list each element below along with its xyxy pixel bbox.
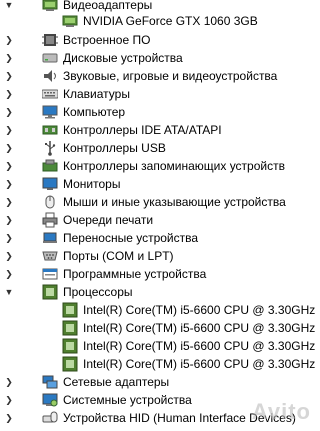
processor-icon (42, 284, 58, 300)
tree-node-computer[interactable]: ❯ Компьютер (0, 103, 319, 121)
keyboard-icon (41, 86, 59, 102)
processor-icon (62, 302, 78, 318)
tree-node-firmware[interactable]: ❯ Встроенное ПО (0, 31, 319, 49)
tree-node-label: Порты (COM и LPT) (63, 249, 174, 263)
tree-node-label: Intel(R) Core(TM) i5-6600 CPU @ 3.30GHz (83, 321, 316, 335)
tree-node-gpu[interactable]: NVIDIA GeForce GTX 1060 3GB (0, 12, 319, 30)
tree-node-keyboards[interactable]: ❯ Клавиатуры (0, 85, 319, 103)
chevron-right-icon[interactable]: ❯ (4, 125, 14, 135)
tree-node-sound[interactable]: ❯ Звуковые, игровые и видеоустройства (0, 67, 319, 85)
monitor-icon (42, 176, 58, 192)
tree-node-cpu[interactable]: Intel(R) Core(TM) i5-6600 CPU @ 3.30GHz (0, 319, 319, 337)
chevron-right-icon[interactable]: ❯ (4, 251, 14, 261)
chevron-right-icon[interactable]: ❯ (4, 35, 14, 45)
tree-node-label: Контроллеры запоминающих устройств (63, 159, 285, 173)
chevron-right-icon[interactable]: ❯ (4, 53, 14, 63)
tree-node-portable-devices[interactable]: ❯ Переносные устройства (0, 229, 319, 247)
tree-node-label: Клавиатуры (63, 87, 130, 101)
chevron-right-icon[interactable]: ❯ (4, 269, 14, 279)
tree-node-print-queues[interactable]: ❯ Очереди печати (0, 211, 319, 229)
chevron-right-icon[interactable]: ❯ (4, 215, 14, 225)
tree-node-label: NVIDIA GeForce GTX 1060 3GB (83, 14, 258, 28)
tree-node-label: Контроллеры IDE ATA/ATAPI (63, 123, 222, 137)
chevron-right-icon[interactable]: ❯ (4, 107, 14, 117)
chevron-right-icon[interactable]: ❯ (4, 413, 14, 423)
tree-node-label: Мониторы (63, 177, 121, 191)
processor-icon (62, 320, 78, 336)
tree-node-cpu[interactable]: Intel(R) Core(TM) i5-6600 CPU @ 3.30GHz (0, 337, 319, 355)
chevron-right-icon[interactable]: ❯ (4, 71, 14, 81)
chevron-right-icon[interactable]: ❯ (4, 179, 14, 189)
chevron-down-icon[interactable]: ▼ (4, 287, 14, 297)
display-adapter-icon (62, 13, 78, 29)
tree-node-label: Очереди печати (63, 213, 154, 227)
firmware-icon (42, 32, 58, 48)
watermark-logo: Avito (251, 399, 311, 424)
ide-controller-icon (42, 122, 58, 138)
tree-node-label: Встроенное ПО (63, 33, 151, 47)
tree-node-label: Контроллеры USB (63, 141, 166, 155)
chevron-right-icon[interactable]: ❯ (4, 395, 14, 405)
tree-node-label: Программные устройства (63, 267, 207, 281)
tree-node-label: Intel(R) Core(TM) i5-6600 CPU @ 3.30GHz (83, 357, 316, 371)
tree-node-network-adapters[interactable]: ❯ Сетевые адаптеры (0, 373, 319, 391)
storage-controller-icon (42, 158, 58, 174)
portable-device-icon (42, 230, 58, 246)
hid-icon (42, 410, 58, 426)
chevron-right-icon[interactable]: ❯ (4, 197, 14, 207)
chevron-down-icon[interactable]: ▼ (4, 0, 14, 10)
processor-icon (62, 338, 78, 354)
tree-node-label: Сетевые адаптеры (63, 375, 170, 389)
tree-node-ide[interactable]: ❯ Контроллеры IDE ATA/ATAPI (0, 121, 319, 139)
tree-node-label: Мыши и иные указывающие устройства (63, 195, 286, 209)
tree-node-mice[interactable]: ❯ Мыши и иные указывающие устройства (0, 193, 319, 211)
port-icon (42, 248, 58, 264)
system-device-icon (42, 392, 58, 408)
tree-node-processors[interactable]: ▼ Процессоры (0, 283, 319, 301)
mouse-icon (42, 194, 58, 210)
tree-node-ports[interactable]: ❯ Порты (COM и LPT) (0, 247, 319, 265)
tree-node-cpu[interactable]: Intel(R) Core(TM) i5-6600 CPU @ 3.30GHz (0, 301, 319, 319)
tree-node-cpu[interactable]: Intel(R) Core(TM) i5-6600 CPU @ 3.30GHz (0, 355, 319, 373)
tree-node-label: Intel(R) Core(TM) i5-6600 CPU @ 3.30GHz (83, 339, 316, 353)
processor-icon (62, 356, 78, 372)
network-adapter-icon (42, 374, 58, 390)
printer-icon (42, 212, 58, 228)
tree-node-label: Процессоры (63, 285, 133, 299)
tree-node-disk-drives[interactable]: ❯ Дисковые устройства (0, 49, 319, 67)
tree-node-label: Intel(R) Core(TM) i5-6600 CPU @ 3.30GHz (83, 303, 316, 317)
chevron-right-icon[interactable]: ❯ (4, 143, 14, 153)
tree-node-software-devices[interactable]: ❯ Программные устройства (0, 265, 319, 283)
chevron-right-icon[interactable]: ❯ (4, 161, 14, 171)
usb-icon (42, 140, 58, 156)
tree-node-label: Дисковые устройства (63, 51, 183, 65)
tree-node-monitors[interactable]: ❯ Мониторы (0, 175, 319, 193)
disk-drive-icon (42, 50, 58, 66)
chevron-right-icon[interactable]: ❯ (4, 89, 14, 99)
tree-node-label: Переносные устройства (63, 231, 199, 245)
chevron-right-icon[interactable]: ❯ (4, 377, 14, 387)
tree-node-label: Системные устройства (63, 393, 192, 407)
speaker-icon (42, 68, 58, 84)
tree-node-label: Звуковые, игровые и видеоустройства (63, 69, 278, 83)
tree-node-label: Компьютер (63, 105, 126, 119)
chevron-right-icon[interactable]: ❯ (4, 233, 14, 243)
tree-node-storage-controllers[interactable]: ❯ Контроллеры запоминающих устройств (0, 157, 319, 175)
software-device-icon (42, 266, 58, 282)
tree-node-usb[interactable]: ❯ Контроллеры USB (0, 139, 319, 157)
computer-icon (42, 104, 58, 120)
